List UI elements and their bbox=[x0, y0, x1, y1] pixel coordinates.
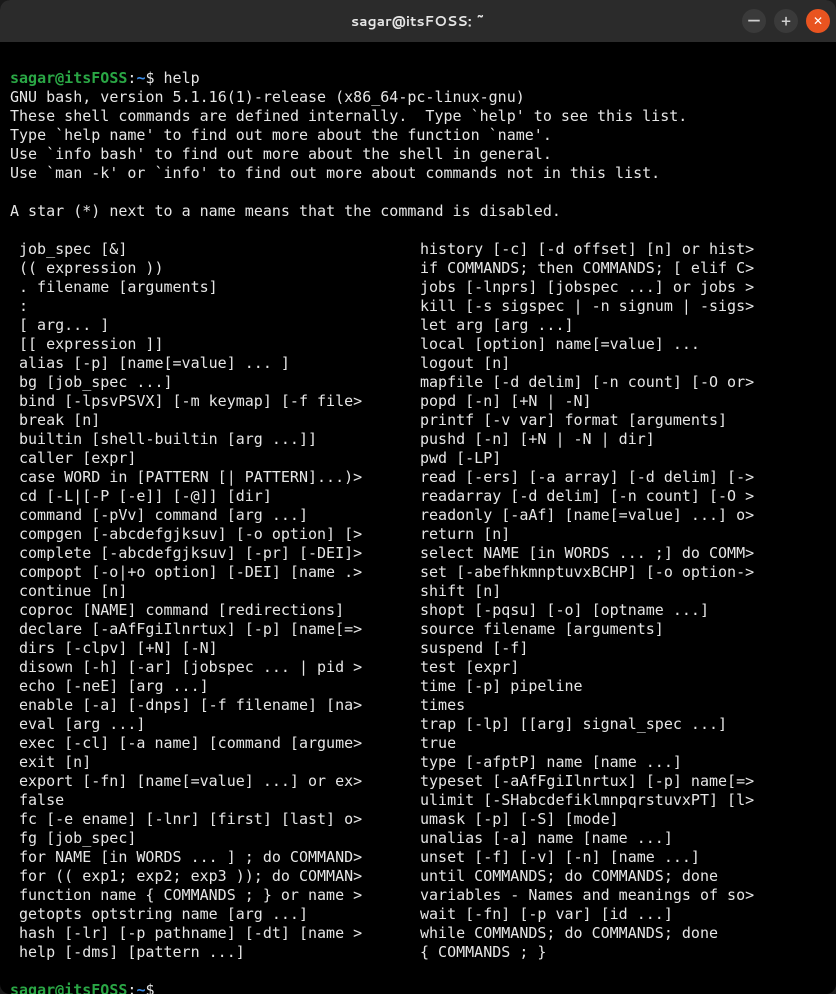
prompt-user-host: sagar@itsFOSS bbox=[10, 981, 127, 994]
prompt-dollar: $ bbox=[145, 69, 163, 87]
prompt-line: sagar@itsFOSS:~$ bbox=[10, 981, 164, 994]
prompt-line: sagar@itsFOSS:~$ help bbox=[10, 69, 200, 87]
terminal-window: sagar@itsFOSS: ~ — + ✕ sagar@itsFOSS:~$ … bbox=[0, 0, 836, 994]
maximize-button[interactable]: + bbox=[774, 9, 798, 33]
window-controls: — + ✕ bbox=[742, 9, 830, 33]
help-star-note: A star (*) next to a name means that the… bbox=[10, 202, 561, 220]
help-builtin-list: job_spec [&] (( expression )) . filename… bbox=[10, 240, 826, 962]
typed-command: help bbox=[164, 69, 200, 87]
minimize-button[interactable]: — bbox=[742, 9, 766, 33]
help-header: GNU bash, version 5.1.16(1)-release (x86… bbox=[10, 88, 687, 182]
window-title: sagar@itsFOSS: ~ bbox=[351, 11, 485, 31]
titlebar[interactable]: sagar@itsFOSS: ~ — + ✕ bbox=[0, 0, 836, 42]
close-button[interactable]: ✕ bbox=[806, 9, 830, 33]
prompt-user-host: sagar@itsFOSS bbox=[10, 69, 127, 87]
help-right-column: history [-c] [-d offset] [n] or hist> if… bbox=[420, 240, 826, 962]
prompt-dollar: $ bbox=[145, 981, 163, 994]
help-left-column: job_spec [&] (( expression )) . filename… bbox=[10, 240, 410, 962]
terminal-output[interactable]: sagar@itsFOSS:~$ help GNU bash, version … bbox=[0, 42, 836, 994]
